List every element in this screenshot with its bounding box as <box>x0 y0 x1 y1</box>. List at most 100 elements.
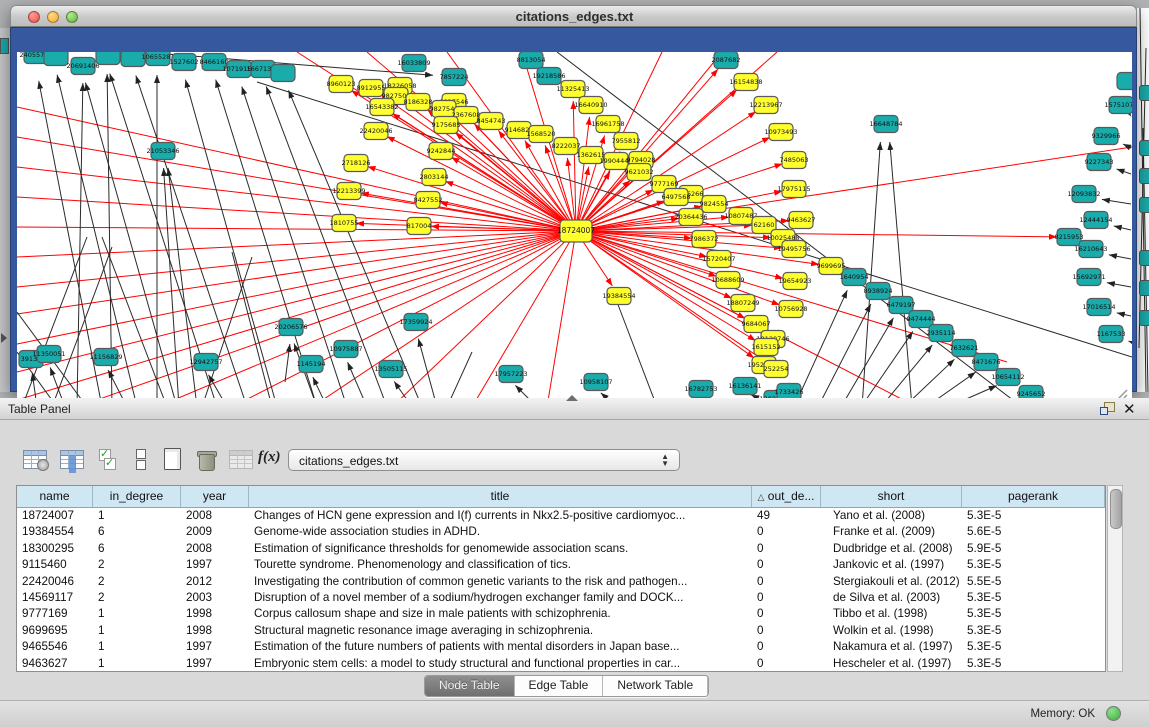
graph-node[interactable]: 1568520 <box>527 126 556 143</box>
window-titlebar[interactable]: citations_edges.txt <box>10 5 1137 27</box>
graph-node[interactable]: 8427552 <box>414 192 443 209</box>
graph-node[interactable]: 2718126 <box>342 155 371 172</box>
collapse-arrow-icon[interactable] <box>1 333 7 343</box>
graph-node[interactable]: 7485063 <box>780 152 809 169</box>
function-builder-button[interactable]: f(x) <box>258 448 288 478</box>
graph-node[interactable]: 12444154 <box>1079 212 1112 229</box>
memory-ok-indicator[interactable] <box>1106 706 1121 721</box>
graph-node[interactable]: 10975887 <box>329 341 362 358</box>
tab-node-table[interactable]: Node Table <box>425 676 515 696</box>
graph-node[interactable] <box>1139 168 1149 184</box>
table-settings-button[interactable] <box>20 445 50 475</box>
graph-node[interactable]: 817004 <box>407 218 432 235</box>
graph-node[interactable]: 1810755 <box>330 215 359 232</box>
graph-node[interactable] <box>1139 280 1149 296</box>
graph-node[interactable]: 17359924 <box>399 314 432 331</box>
graph-node[interactable]: 9175685 <box>432 117 461 134</box>
table-row[interactable]: 1872400712008Changes of HCN gene express… <box>17 508 1105 524</box>
graph-node[interactable]: 16648784 <box>869 116 902 133</box>
graph-node[interactable]: 8471676 <box>972 354 1001 371</box>
graph-node[interactable]: 18724007 <box>557 220 595 242</box>
graph-node[interactable]: 1615152 <box>752 339 781 356</box>
column-header-short[interactable]: short <box>821 486 962 507</box>
graph-node[interactable]: 1167533 <box>1097 326 1126 343</box>
table-row[interactable]: 1938455462009Genome-wide association stu… <box>17 524 1105 540</box>
close-panel-icon[interactable]: ✕ <box>1123 400 1136 418</box>
graph-node[interactable]: 1640954 <box>840 269 869 286</box>
graph-node[interactable]: 1527602 <box>170 54 199 71</box>
graph-node[interactable]: 20691406 <box>66 58 99 75</box>
graph-node[interactable]: 19218586 <box>532 68 565 85</box>
column-header-pagerank[interactable]: pagerank <box>962 486 1105 507</box>
graph-node[interactable]: 8454743 <box>477 113 506 130</box>
graph-node[interactable]: 19654923 <box>778 273 811 290</box>
graph-node[interactable]: 9463627 <box>787 212 816 229</box>
graph-node[interactable]: 1145194 <box>297 356 326 373</box>
graph-node[interactable]: 12213967 <box>749 97 782 114</box>
graph-node[interactable]: 19495756 <box>777 241 810 258</box>
graph-node[interactable]: 7632621 <box>950 340 979 357</box>
graph-node[interactable]: 10756928 <box>774 301 807 318</box>
tab-network-table[interactable]: Network Table <box>603 676 708 696</box>
graph-node[interactable] <box>96 52 120 65</box>
graph-node[interactable]: 8960123 <box>327 76 356 93</box>
table-scrollbar[interactable] <box>1107 485 1123 672</box>
column-header-indegree[interactable]: in_degree <box>93 486 181 507</box>
graph-node[interactable]: 15751074 <box>1104 97 1132 114</box>
float-panel-icon[interactable] <box>1100 402 1115 415</box>
new-table-button[interactable] <box>158 445 188 475</box>
graph-node[interactable]: 9329966 <box>1092 128 1121 145</box>
graph-node[interactable]: 16640910 <box>574 97 607 114</box>
graph-node[interactable]: 7986372 <box>690 231 719 248</box>
graph-node[interactable] <box>44 52 68 66</box>
table-chooser-dropdown[interactable]: citations_edges.txt ▲▼ <box>288 449 680 471</box>
scrollbar-thumb[interactable] <box>1110 489 1122 529</box>
graph-node[interactable]: 11350051 <box>32 346 65 363</box>
graph-node[interactable]: 13505115 <box>374 361 407 378</box>
network-canvas[interactable]: 2405572420691406106552871527602846616010… <box>17 52 1132 407</box>
graph-node[interactable]: 9242844 <box>427 143 456 160</box>
select-rows-button[interactable]: ✓ ✓ <box>95 445 119 475</box>
graph-node[interactable]: 16136141 <box>728 378 761 395</box>
graph-node[interactable]: 8938924 <box>864 283 893 300</box>
graph-node[interactable]: 19384554 <box>602 288 635 305</box>
graph-node[interactable]: 17975115 <box>777 181 810 198</box>
table-row[interactable]: 1456911722003Disruption of a novel membe… <box>17 590 1105 606</box>
graph-node[interactable]: 20364436 <box>674 209 707 226</box>
graph-node[interactable]: 11156829 <box>89 349 122 366</box>
table-row[interactable]: 969969511998Structural magnetic resonanc… <box>17 623 1105 639</box>
graph-node[interactable]: 7857224 <box>440 69 469 86</box>
graph-node[interactable]: 2935114 <box>927 325 956 342</box>
graph-node[interactable]: 16782753 <box>684 381 717 398</box>
graph-node[interactable]: 12942757 <box>189 354 222 371</box>
graph-node[interactable]: 22420046 <box>359 123 392 140</box>
graph-node[interactable]: 12213399 <box>332 183 365 200</box>
graph-node[interactable] <box>1139 250 1149 266</box>
tab-edge-table[interactable]: Edge Table <box>515 676 604 696</box>
graph-node[interactable]: 20206576 <box>274 319 307 336</box>
graph-node[interactable]: 18807249 <box>726 295 759 312</box>
delete-table-button[interactable] <box>192 445 222 475</box>
table-row[interactable]: 977716911998Corpus callosum shape and si… <box>17 606 1105 622</box>
graph-node[interactable]: 10688609 <box>711 272 744 289</box>
graph-node[interactable]: 2803144 <box>420 169 449 186</box>
graph-node[interactable] <box>1139 85 1149 101</box>
table-row[interactable]: 911546021997Tourette syndrome. Phenomeno… <box>17 557 1105 573</box>
graph-node[interactable]: 11325413 <box>556 81 589 98</box>
graph-node[interactable]: 15720407 <box>702 251 735 268</box>
column-header-year[interactable]: year <box>181 486 249 507</box>
graph-node[interactable]: 16961758 <box>591 116 624 133</box>
column-header-outde[interactable]: △ out_de... <box>752 486 821 507</box>
splitter-handle-icon[interactable] <box>566 395 578 401</box>
graph-node[interactable]: 10654112 <box>991 369 1024 386</box>
graph-node[interactable]: 16210643 <box>1074 241 1107 258</box>
graph-node[interactable] <box>1139 197 1149 213</box>
table-row[interactable]: 1830029562008Estimation of significance … <box>17 541 1105 557</box>
graph-node[interactable]: 16154838 <box>729 74 762 91</box>
graph-node[interactable]: 8813054 <box>517 52 546 69</box>
table-row[interactable]: 946362711997Embryonic stem cells: a mode… <box>17 656 1105 672</box>
row-tools-button[interactable] <box>126 445 150 475</box>
graph-node[interactable]: 12093832 <box>1067 186 1100 203</box>
graph-node[interactable]: 21053346 <box>146 143 179 160</box>
graph-node[interactable]: 17957223 <box>494 366 527 383</box>
